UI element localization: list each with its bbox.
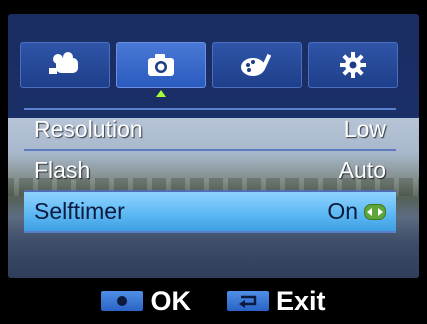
menu-item-label: Selftimer — [34, 198, 125, 224]
movie-camera-icon — [47, 52, 83, 78]
camera-menu-screen: Resolution Low Flash Auto Selftimer On O… — [0, 0, 427, 324]
menu-item-label: Flash — [34, 157, 91, 183]
tab-settings[interactable] — [308, 42, 398, 88]
tab-photo[interactable] — [116, 42, 206, 97]
left-right-arrows-icon[interactable] — [364, 203, 386, 220]
menu-item-label: Resolution — [34, 116, 143, 142]
return-arrow-icon — [226, 291, 269, 311]
menu-item-value: Low — [343, 116, 386, 142]
ok-hint[interactable]: OK — [101, 286, 191, 317]
ok-button-icon — [101, 291, 144, 311]
menu-item-flash[interactable]: Flash Auto — [24, 151, 396, 192]
tab-movie[interactable] — [20, 42, 110, 88]
exit-label: Exit — [275, 285, 326, 316]
ok-label: OK — [150, 285, 191, 316]
menu-empty-row — [24, 233, 396, 274]
camera-icon — [146, 52, 176, 78]
menu-item-value: Auto — [338, 157, 386, 183]
palette-icon — [239, 52, 275, 78]
menu-item-resolution[interactable]: Resolution Low — [24, 110, 396, 151]
gear-icon — [339, 51, 367, 79]
menu-item-value: On — [327, 198, 358, 224]
mode-tabs — [20, 42, 398, 97]
menu-item-selftimer[interactable]: Selftimer On — [24, 192, 396, 233]
settings-menu: Resolution Low Flash Auto Selftimer On — [24, 108, 396, 272]
button-hints: OK Exit — [0, 278, 427, 324]
exit-hint[interactable]: Exit — [226, 285, 326, 317]
active-tab-indicator — [156, 90, 166, 97]
tab-effects[interactable] — [212, 42, 302, 88]
